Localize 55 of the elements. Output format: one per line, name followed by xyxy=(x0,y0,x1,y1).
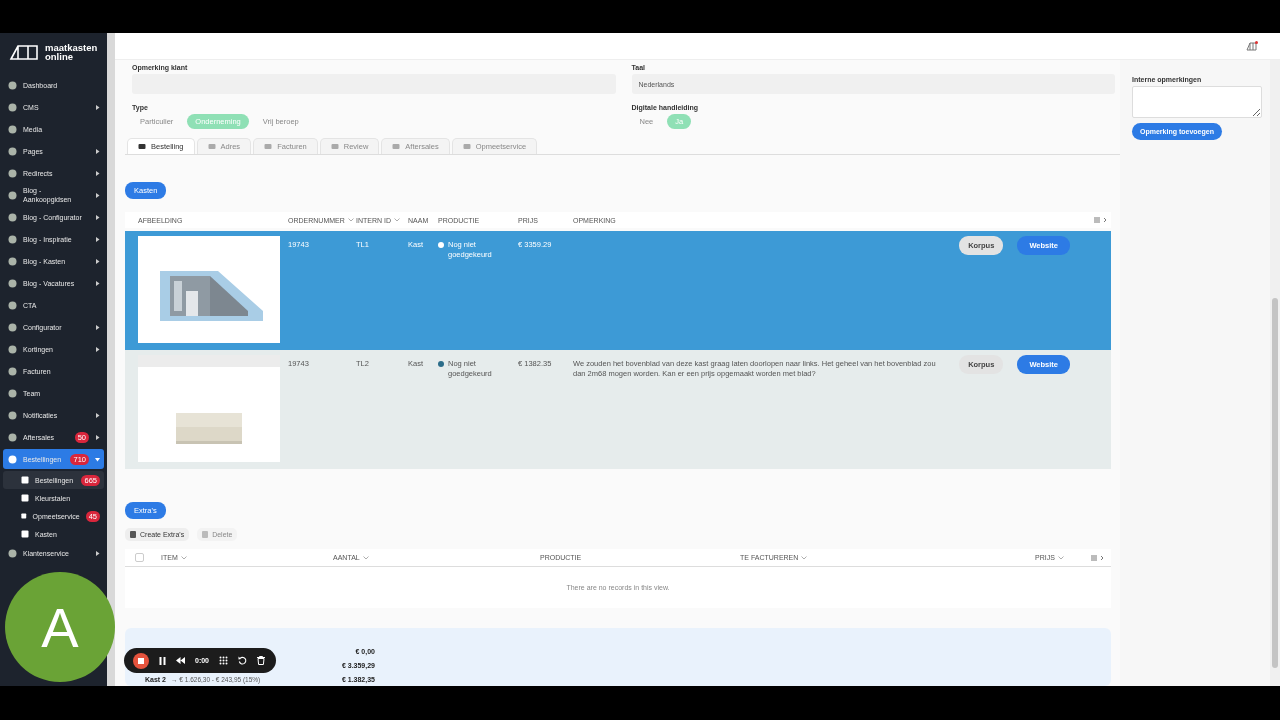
tab-icon xyxy=(330,143,339,150)
menu-icon xyxy=(21,530,29,538)
menu-icon xyxy=(8,146,17,156)
sort-icon[interactable] xyxy=(801,555,808,560)
menu-icon xyxy=(21,512,27,520)
menu-icon xyxy=(8,432,17,442)
store-icon[interactable] xyxy=(1246,41,1258,51)
sort-icon[interactable] xyxy=(347,218,354,222)
tab-icon xyxy=(207,143,216,150)
menu-icon xyxy=(8,410,17,420)
tab-icon xyxy=(138,143,146,150)
menu-icon xyxy=(8,102,17,112)
menu-icon xyxy=(8,234,17,244)
menu-icon xyxy=(8,168,17,178)
undo-icon[interactable] xyxy=(238,656,247,665)
stop-icon[interactable] xyxy=(133,652,149,669)
menu-icon xyxy=(8,388,17,398)
menu-icon xyxy=(8,344,17,354)
column-settings-icon[interactable] xyxy=(1094,217,1108,223)
sort-icon[interactable] xyxy=(1057,555,1064,560)
menu-icon xyxy=(21,494,29,502)
status-dot-icon xyxy=(438,242,444,248)
notes-field[interactable] xyxy=(1132,86,1262,118)
grid-icon[interactable] xyxy=(219,656,228,665)
status-dot-icon xyxy=(438,361,444,367)
logo-icon xyxy=(9,44,39,60)
brand-name: online xyxy=(45,52,74,61)
menu-icon xyxy=(21,476,29,484)
table-row[interactable] xyxy=(125,350,1111,469)
sort-icon[interactable] xyxy=(180,555,187,560)
brand-name: maatkasten xyxy=(45,43,98,52)
scrollbar-thumb[interactable] xyxy=(1272,298,1278,668)
menu-icon xyxy=(8,454,17,464)
menu-icon xyxy=(8,190,17,200)
column-settings-icon[interactable] xyxy=(1091,554,1105,561)
scrollbar-track[interactable] xyxy=(107,33,115,686)
document-icon xyxy=(202,531,209,538)
pause-icon[interactable] xyxy=(159,656,166,665)
tab-icon xyxy=(264,143,273,150)
rewind-icon[interactable] xyxy=(176,657,185,664)
document-icon xyxy=(130,531,136,538)
menu-icon xyxy=(8,366,17,376)
menu-icon xyxy=(8,278,17,288)
trash-icon[interactable] xyxy=(257,656,265,665)
tab-icon xyxy=(392,143,401,150)
menu-icon xyxy=(8,124,17,134)
menu-icon xyxy=(8,300,17,310)
menu-icon xyxy=(8,256,17,266)
sort-icon[interactable] xyxy=(362,555,369,560)
tab-icon xyxy=(462,143,471,150)
checkbox[interactable] xyxy=(135,553,144,562)
menu-icon xyxy=(8,80,17,90)
menu-icon xyxy=(8,322,17,332)
sort-icon[interactable] xyxy=(394,218,400,222)
menu-icon xyxy=(8,212,17,222)
